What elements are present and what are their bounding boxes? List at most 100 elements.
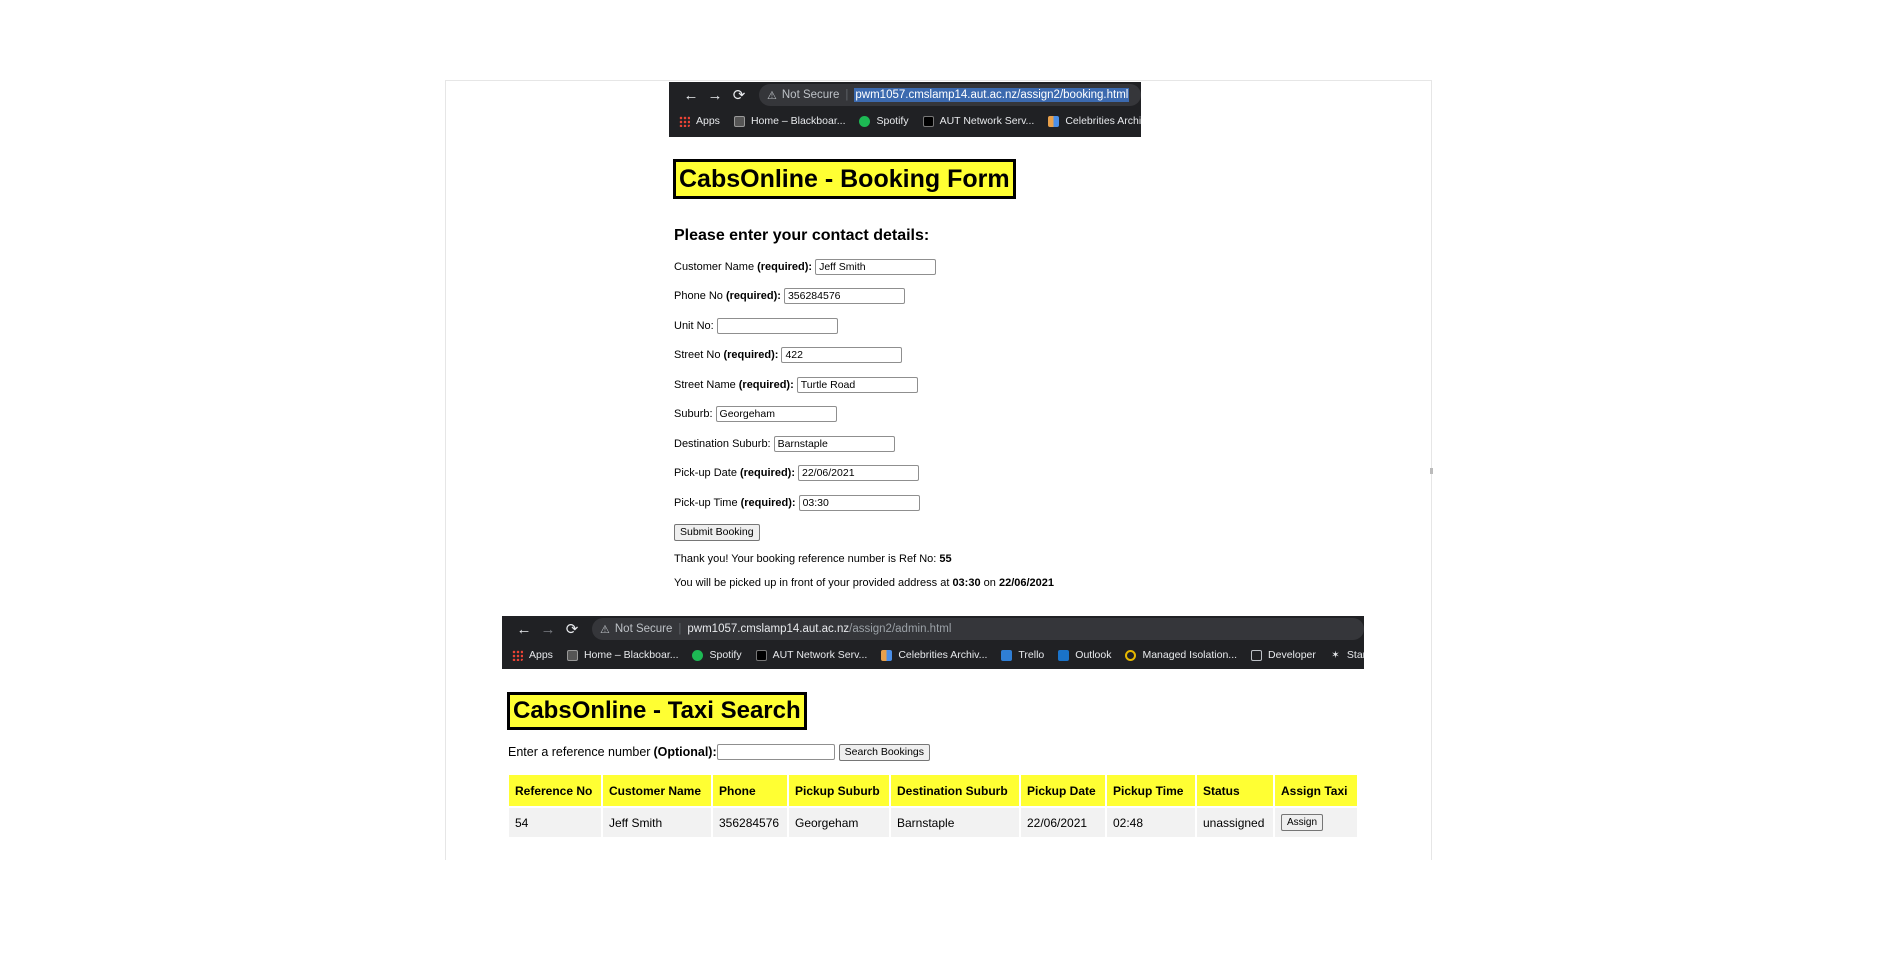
bookmark-developer[interactable]: Developer xyxy=(1251,649,1316,661)
required-marker: (required): xyxy=(723,349,779,361)
address-bar[interactable]: ⚠ Not Secure | pwm1057.cmslamp14.aut.ac.… xyxy=(759,84,1141,106)
bookmark-label: Startup Jobs xyxy=(1346,649,1364,661)
address-host[interactable]: pwm1057.cmslamp14.aut.ac.nz xyxy=(687,623,849,635)
street-no-input[interactable] xyxy=(781,347,903,363)
street-name-input[interactable] xyxy=(796,377,918,393)
customer-name-row: Customer Name (required): xyxy=(674,259,937,275)
confirmation-text: Thank you! Your booking reference number… xyxy=(674,553,937,565)
assign-button[interactable]: Assign xyxy=(1281,814,1324,831)
cell-pickup-time: 02:48 xyxy=(1107,808,1195,837)
circle-icon xyxy=(1125,649,1137,661)
back-arrow-icon[interactable]: ← xyxy=(679,87,703,104)
address-path[interactable]: /assign2/admin.html xyxy=(849,623,951,635)
bookmark-label: Spotify xyxy=(876,115,909,127)
bookmark-trello[interactable]: Trello xyxy=(1001,649,1044,661)
column-header-destination-suburb: Destination Suburb xyxy=(891,775,1019,806)
submit-booking-button[interactable]: Submit Booking xyxy=(674,523,760,541)
apps-grid-icon xyxy=(679,115,690,127)
bookmark-label: Celebrities Archi xyxy=(1065,115,1141,127)
cell-pickup-suburb: Georgeham xyxy=(789,808,889,837)
destination-row: Destination Suburb: xyxy=(674,436,895,452)
confirmation-message: Thank you! Your booking reference number… xyxy=(674,553,952,565)
spotify-icon xyxy=(692,649,704,661)
bookmark-blackboard[interactable]: Home – Blackboar... xyxy=(566,649,678,661)
phone-input[interactable] xyxy=(783,288,905,304)
celebrities-icon xyxy=(881,649,893,661)
bookmark-label: AUT Network Serv... xyxy=(772,649,868,661)
required-marker: (required): xyxy=(738,379,794,391)
bookmark-aut-network[interactable]: AUT Network Serv... xyxy=(755,649,868,661)
required-marker: (required): xyxy=(740,497,796,509)
street-name-label: Street Name xyxy=(674,379,736,391)
aut-icon xyxy=(922,115,934,127)
bookmark-celebrities[interactable]: Celebrities Archi xyxy=(1048,115,1141,127)
back-arrow-icon[interactable]: ← xyxy=(512,621,536,638)
apps-grid-icon xyxy=(512,649,523,661)
forward-arrow-icon[interactable]: → xyxy=(703,87,727,104)
pickup-text: You will be picked up in front of your p… xyxy=(674,577,950,589)
cell-customer-name: Jeff Smith xyxy=(603,808,711,837)
bookmark-apps[interactable]: Apps xyxy=(512,649,553,661)
forward-arrow-icon[interactable]: → xyxy=(536,621,560,638)
pickup-time-input[interactable] xyxy=(798,495,920,511)
reload-icon[interactable]: ⟳ xyxy=(560,620,584,638)
cell-phone: 356284576 xyxy=(713,808,787,837)
booking-nav-bar: ← → ⟳ ⚠ Not Secure | pwm1057.cmslamp14.a… xyxy=(669,82,1141,108)
suburb-input[interactable] xyxy=(715,406,837,422)
pickup-time-label: Pick-up Time xyxy=(674,497,738,509)
pickup-date-input[interactable] xyxy=(797,465,919,481)
table-header-row: Reference No Customer Name Phone Pickup … xyxy=(509,775,1357,806)
column-header-pickup-time: Pickup Time xyxy=(1107,775,1195,806)
unit-input[interactable] xyxy=(716,318,838,334)
cell-assign: Assign xyxy=(1275,808,1357,837)
bookmark-spotify[interactable]: Spotify xyxy=(859,115,909,127)
search-bookings-button[interactable]: Search Bookings xyxy=(838,743,931,761)
bookmark-label: Celebrities Archiv... xyxy=(898,649,988,661)
bookmark-apps[interactable]: Apps xyxy=(679,115,720,127)
cell-status: unassigned xyxy=(1197,808,1273,837)
column-header-customer-name: Customer Name xyxy=(603,775,711,806)
blackboard-icon xyxy=(566,649,578,661)
phone-row: Phone No (required): xyxy=(674,288,905,304)
reload-icon[interactable]: ⟳ xyxy=(727,86,751,104)
street-no-row: Street No (required): xyxy=(674,347,903,363)
submit-row: Submit Booking xyxy=(674,523,760,541)
blackboard-icon xyxy=(733,115,745,127)
column-header-pickup-suburb: Pickup Suburb xyxy=(789,775,889,806)
frame-scroll-marker xyxy=(1430,468,1433,474)
aut-icon xyxy=(755,649,767,661)
reference-search-input[interactable] xyxy=(716,744,835,760)
admin-page-title: CabsOnline - Taxi Search xyxy=(507,692,807,730)
bookmark-blackboard[interactable]: Home – Blackboar... xyxy=(733,115,845,127)
booking-browser-chrome: ← → ⟳ ⚠ Not Secure | pwm1057.cmslamp14.a… xyxy=(669,82,1141,137)
security-label[interactable]: Not Secure xyxy=(782,89,840,101)
address-bar[interactable]: ⚠ Not Secure | pwm1057.cmslamp14.aut.ac.… xyxy=(592,618,1364,640)
bookmark-label: AUT Network Serv... xyxy=(939,115,1035,127)
admin-nav-bar: ← → ⟳ ⚠ Not Secure | pwm1057.cmslamp14.a… xyxy=(502,616,1364,642)
bookmark-spotify[interactable]: Spotify xyxy=(692,649,742,661)
unit-label: Unit No: xyxy=(674,320,714,332)
address-separator: | xyxy=(845,89,849,101)
bookmark-managed-isolation[interactable]: Managed Isolation... xyxy=(1125,649,1237,661)
security-label[interactable]: Not Secure xyxy=(615,623,673,635)
destination-input[interactable] xyxy=(773,436,895,452)
bookmark-label: Developer xyxy=(1268,649,1316,661)
celebrities-icon xyxy=(1048,115,1060,127)
street-name-row: Street Name (required): xyxy=(674,377,918,393)
bookmark-startup-jobs[interactable]: ✶ Startup Jobs xyxy=(1330,649,1364,661)
suburb-label: Suburb: xyxy=(674,408,713,420)
destination-label: Destination Suburb: xyxy=(674,438,771,450)
contact-details-heading: Please enter your contact details: xyxy=(674,227,930,244)
required-marker: (required): xyxy=(739,467,795,479)
required-marker: (required): xyxy=(757,261,813,273)
reference-number: 55 xyxy=(939,553,952,565)
bookmark-aut-network[interactable]: AUT Network Serv... xyxy=(922,115,1035,127)
customer-name-input[interactable] xyxy=(815,259,937,275)
address-url[interactable]: pwm1057.cmslamp14.aut.ac.nz/assign2/book… xyxy=(854,88,1130,102)
bookmark-label: Spotify xyxy=(709,649,742,661)
table-row: 54 Jeff Smith 356284576 Georgeham Barnst… xyxy=(509,808,1357,837)
bookmark-outlook[interactable]: Outlook xyxy=(1058,649,1111,661)
spotify-icon xyxy=(859,115,871,127)
bookmark-celebrities[interactable]: Celebrities Archiv... xyxy=(881,649,987,661)
street-no-label: Street No xyxy=(674,349,721,361)
